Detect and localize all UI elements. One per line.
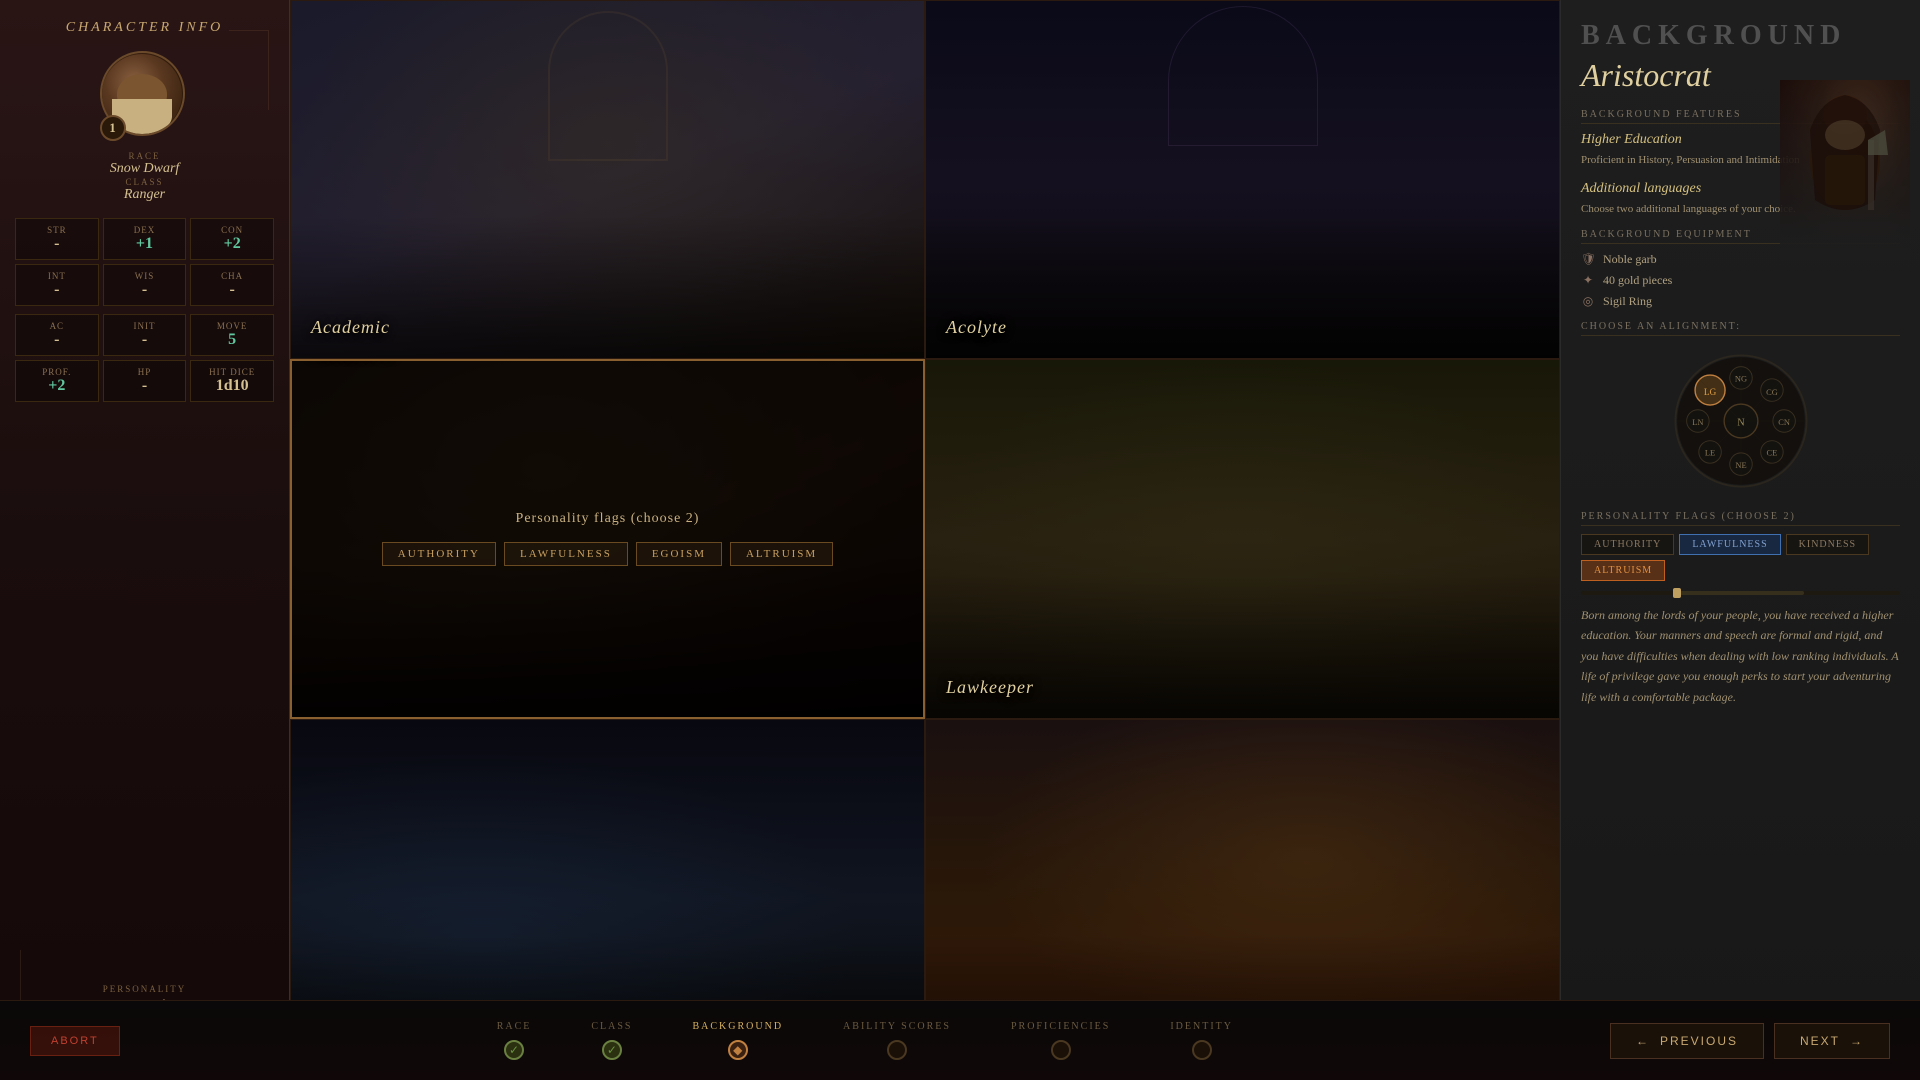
- checkmark-icon: ✓: [509, 1043, 519, 1058]
- diamond-icon: ◆: [733, 1043, 742, 1058]
- previous-button[interactable]: ← PREVIOUS: [1610, 1023, 1764, 1059]
- shield-icon: 🛡: [1581, 252, 1595, 267]
- svg-text:LG: LG: [1703, 388, 1716, 398]
- step-background-circle: ◆: [728, 1040, 748, 1060]
- equipment-ring-label: Sigil Ring: [1603, 294, 1652, 309]
- step-identity-label: IDENTITY: [1170, 1021, 1233, 1032]
- prev-button-label: PREVIOUS: [1660, 1034, 1738, 1048]
- right-panel: BACKGROUND Aristocrat: [1560, 0, 1920, 1080]
- stat-move: MOVE 5: [190, 314, 274, 356]
- pf-lawfulness[interactable]: LAWFULNESS: [1679, 534, 1780, 555]
- race-label: RACE: [110, 151, 180, 161]
- step-race-circle: ✓: [504, 1040, 524, 1060]
- next-button[interactable]: NEXT →: [1774, 1023, 1890, 1059]
- abort-button[interactable]: ABORT: [30, 1026, 120, 1056]
- class-label: CLASS: [110, 177, 180, 187]
- step-class-label: CLASS: [591, 1021, 632, 1032]
- background-section-title: BACKGROUND: [1581, 20, 1900, 52]
- step-prof-label: PROFICIENCIES: [1011, 1021, 1110, 1032]
- stat-dex: DEX +1: [103, 218, 187, 260]
- stat-hp: HP -: [103, 360, 187, 402]
- prev-arrow-icon: ←: [1636, 1034, 1650, 1048]
- personality-overlay: Personality flags (choose 2) AUTHORITY LA…: [292, 361, 923, 716]
- left-panel: Character Info 1 RACE Snow Dwarf CLASS R…: [0, 0, 290, 1080]
- stat-hit-dice: HIT DICE 1d10: [190, 360, 274, 402]
- equipment-gold-label: 40 gold pieces: [1603, 273, 1672, 288]
- stat-str: STR -: [15, 218, 99, 260]
- pflag-altruism[interactable]: ALTRUISM: [730, 542, 833, 566]
- equipment-ring: ◎ Sigil Ring: [1581, 294, 1900, 309]
- character-info-title: Character Info: [66, 20, 224, 36]
- step-background-label: BACKGROUND: [692, 1021, 783, 1032]
- step-prof-circle: [1051, 1040, 1071, 1060]
- step-class-circle: ✓: [602, 1040, 622, 1060]
- next-arrow-icon: →: [1850, 1034, 1864, 1048]
- alignment-wheel: LG NG CG LN N CN LE: [1666, 346, 1816, 496]
- background-description: Born among the lords of your people, you…: [1581, 605, 1900, 707]
- stat-init: INIT -: [103, 314, 187, 356]
- navigation-steps: RACE ✓ CLASS ✓ BACKGROUND ◆ ABILITY SCOR…: [497, 1021, 1233, 1060]
- step-ability-label: ABILITY SCORES: [843, 1021, 951, 1032]
- character-portrait: [1780, 80, 1910, 260]
- step-identity: IDENTITY: [1170, 1021, 1233, 1060]
- personality-overlay-title: Personality flags (choose 2): [516, 511, 700, 527]
- stat-con: CON +2: [190, 218, 274, 260]
- primary-stats-grid: STR - DEX +1 CON +2 INT - WIS - CHA -: [15, 218, 274, 306]
- pf-section-label: PERSONALITY FLAGS (CHOOSE 2): [1581, 511, 1900, 526]
- secondary-stats-grid: AC - INIT - MOVE 5 PROF. +2 HP - HIT DIC…: [15, 314, 274, 402]
- step-proficiencies: PROFICIENCIES: [1011, 1021, 1110, 1060]
- bg-name-academic: Academic: [311, 317, 390, 338]
- background-card-aristocrat[interactable]: Personality flags (choose 2) AUTHORITY LA…: [290, 359, 925, 718]
- background-grid: Academic Acolyte Personality flags (choo…: [290, 0, 1560, 1080]
- nav-buttons: ← PREVIOUS NEXT →: [1610, 1023, 1890, 1059]
- gold-icon: ✦: [1581, 273, 1595, 288]
- bg-name-acolyte: Acolyte: [946, 317, 1007, 338]
- bg-name-aristocrat: Aristocrat: [312, 359, 925, 362]
- portrait-image: [1780, 80, 1910, 260]
- background-card-lawkeeper[interactable]: Lawkeeper: [925, 359, 1560, 718]
- background-card-academic[interactable]: Academic: [290, 0, 925, 359]
- character-level: 1: [100, 115, 126, 141]
- step-identity-circle: [1192, 1040, 1212, 1060]
- svg-text:CG: CG: [1766, 387, 1778, 397]
- checkmark-icon-2: ✓: [607, 1043, 617, 1058]
- step-race: RACE ✓: [497, 1021, 532, 1060]
- step-background: BACKGROUND ◆: [692, 1021, 783, 1060]
- step-ability-circle: [887, 1040, 907, 1060]
- personality-flag-tags: AUTHORITY LAWFULNESS EGOISM ALTRUISM: [382, 542, 833, 566]
- stat-wis: WIS -: [103, 264, 187, 306]
- pflag-egoism[interactable]: EGOISM: [636, 542, 722, 566]
- stat-int: INT -: [15, 264, 99, 306]
- alignment-label: CHOOSE AN ALIGNMENT:: [1581, 321, 1900, 336]
- pflag-lawfulness[interactable]: LAWFULNESS: [504, 542, 628, 566]
- pf-authority[interactable]: AUTHORITY: [1581, 534, 1674, 555]
- step-class: CLASS ✓: [591, 1021, 632, 1060]
- equipment-noble-garb-label: Noble garb: [1603, 252, 1657, 267]
- svg-text:LE: LE: [1704, 448, 1714, 458]
- bg-name-lawkeeper: Lawkeeper: [946, 677, 1034, 698]
- background-card-acolyte[interactable]: Acolyte: [925, 0, 1560, 359]
- equipment-gold: ✦ 40 gold pieces: [1581, 273, 1900, 288]
- ring-icon: ◎: [1581, 294, 1595, 309]
- svg-text:CE: CE: [1766, 448, 1777, 458]
- stat-cha: CHA -: [190, 264, 274, 306]
- avatar-container: 1: [100, 51, 190, 141]
- character-class: Ranger: [110, 187, 180, 203]
- character-race: Snow Dwarf: [110, 161, 180, 177]
- pf-altruism[interactable]: ALTRUISM: [1581, 560, 1665, 581]
- stat-ac: AC -: [15, 314, 99, 356]
- stat-prof: PROF. +2: [15, 360, 99, 402]
- pf-kindness[interactable]: KINDNESS: [1786, 534, 1869, 555]
- svg-text:CN: CN: [1778, 417, 1790, 427]
- bottom-navigation-bar: ABORT RACE ✓ CLASS ✓ BACKGROUND ◆ ABILIT…: [0, 1000, 1920, 1080]
- pflag-authority[interactable]: AUTHORITY: [382, 542, 496, 566]
- svg-text:LN: LN: [1692, 417, 1703, 427]
- character-race-class: RACE Snow Dwarf CLASS Ranger: [110, 151, 180, 203]
- step-race-label: RACE: [497, 1021, 532, 1032]
- next-button-label: NEXT: [1800, 1034, 1840, 1048]
- step-ability-scores: ABILITY SCORES: [843, 1021, 951, 1060]
- pf-tags-container: AUTHORITY LAWFULNESS KINDNESS ALTRUISM: [1581, 534, 1900, 581]
